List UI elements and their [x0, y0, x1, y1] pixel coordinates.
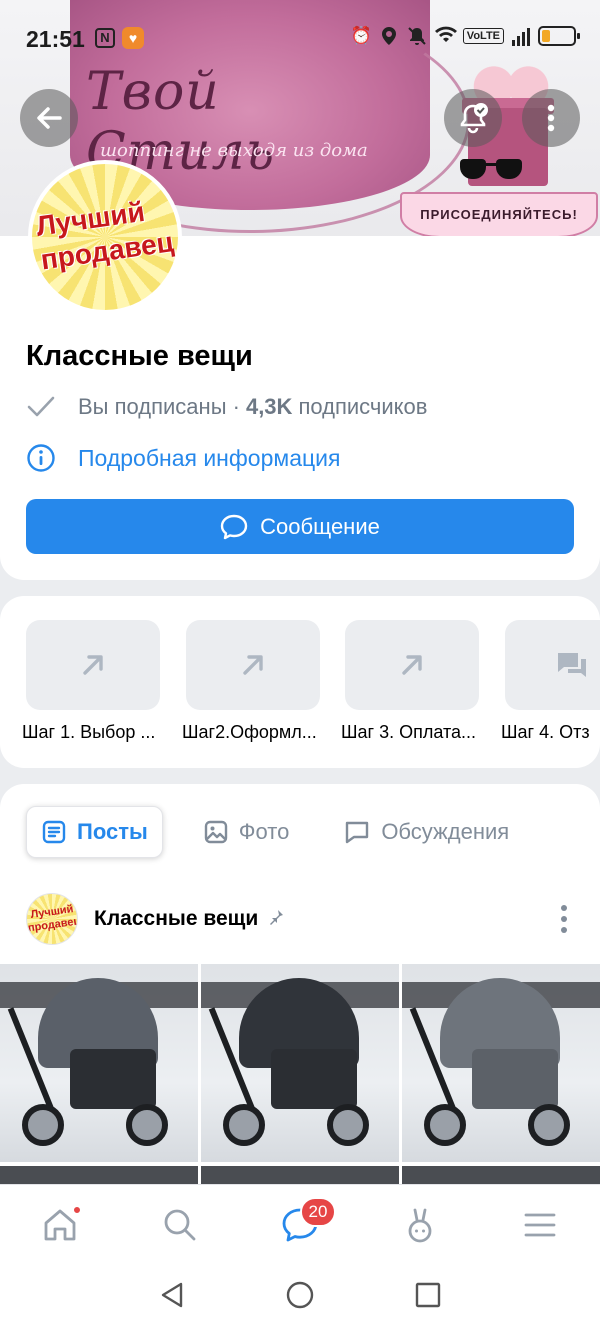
search-icon — [164, 1209, 196, 1241]
subscribers-label: подписчиков — [298, 394, 428, 419]
step-link-4[interactable]: Шаг 4. Отз — [501, 620, 600, 743]
arrow-up-right-icon — [243, 655, 263, 675]
arrow-left-icon — [37, 107, 62, 129]
discussion-icon — [346, 821, 369, 844]
post-photo[interactable] — [402, 1166, 600, 1184]
location-icon — [379, 26, 399, 46]
system-navigation-bar — [0, 1264, 600, 1325]
step-link-2[interactable]: Шаг2.Оформл... — [182, 620, 320, 743]
wifi-icon — [434, 26, 457, 46]
tab-posts[interactable]: Посты — [26, 806, 163, 858]
back-button[interactable] — [20, 89, 78, 147]
tab-discussions-label: Обсуждения — [381, 819, 510, 844]
info-icon — [27, 444, 55, 472]
tab-discussions[interactable]: Обсуждения — [329, 806, 523, 858]
mute-icon — [407, 26, 427, 46]
join-banner: ПРИСОЕДИНЯЙТЕСЬ! — [400, 192, 598, 238]
step-link-3[interactable]: Шаг 3. Оплата... — [341, 620, 479, 743]
subscribers-count: 4,3K — [245, 394, 293, 419]
tab-photos-label: Фото — [238, 819, 290, 844]
details-link[interactable]: Подробная информация — [26, 443, 340, 473]
signal-icon — [512, 26, 530, 46]
step-label-3: Шаг 3. Оплата... — [341, 722, 477, 742]
more-vertical-icon — [547, 104, 555, 132]
status-bar: 21:51 N ♥ ⏰ VoLTE — [0, 0, 600, 76]
post-photo[interactable] — [402, 964, 600, 1162]
subscribed-label: Вы подписаны · — [78, 394, 240, 419]
menu-icon — [524, 1213, 556, 1237]
links-card: Шаг 1. Выбор ... Шаг2.Оформл... Шаг 3. О… — [0, 596, 600, 768]
more-options-button[interactable] — [522, 89, 580, 147]
nav-search[interactable] — [156, 1201, 204, 1249]
bell-check-icon — [460, 103, 488, 134]
system-back-button[interactable] — [157, 1280, 187, 1310]
bottom-navigation: 20 — [0, 1184, 600, 1264]
system-recents-button[interactable] — [413, 1280, 443, 1310]
volte-indicator: VoLTE — [462, 28, 504, 44]
post-author-avatar[interactable]: Лучший продавец — [26, 893, 78, 945]
step-label-2: Шаг2.Оформл... — [182, 722, 317, 742]
posts-icon — [42, 820, 66, 844]
nav-home[interactable] — [36, 1201, 84, 1249]
check-icon — [27, 396, 55, 417]
step-link-1[interactable]: Шаг 1. Выбор ... — [22, 620, 160, 743]
message-button-label: Сообщение — [260, 513, 380, 539]
square-recents-icon — [415, 1282, 441, 1308]
alarm-icon: ⏰ — [350, 26, 372, 45]
system-home-button[interactable] — [285, 1280, 315, 1310]
group-avatar[interactable]: Лучший продавец — [28, 160, 182, 314]
clips-icon — [408, 1208, 432, 1243]
post-author-name[interactable]: Классные вещи — [94, 907, 258, 931]
home-notification-dot — [72, 1205, 82, 1215]
circle-home-icon — [286, 1281, 314, 1309]
nav-menu[interactable] — [516, 1201, 564, 1249]
step-label-4: Шаг 4. Отз — [501, 722, 590, 742]
message-bubble-icon — [220, 514, 248, 539]
tab-photos[interactable]: Фото — [189, 806, 304, 858]
photo-icon — [204, 820, 227, 844]
post-photo[interactable] — [0, 1166, 198, 1184]
arrow-up-right-icon — [402, 655, 422, 675]
sunglasses-illustration — [460, 155, 524, 181]
post-more-button[interactable] — [554, 899, 574, 939]
post-photo[interactable] — [201, 1166, 399, 1184]
pin-icon — [268, 909, 284, 930]
nav-messages[interactable]: 20 — [276, 1197, 336, 1249]
message-button[interactable]: Сообщение — [26, 499, 574, 554]
nav-clips[interactable] — [396, 1201, 444, 1249]
triangle-back-icon — [161, 1282, 183, 1308]
tab-posts-label: Посты — [77, 819, 148, 844]
post-photo[interactable] — [201, 964, 399, 1162]
wall-tabs: Посты Фото Обсуждения — [26, 806, 523, 858]
group-name: Классные вещи — [26, 340, 253, 372]
messages-badge: 20 — [300, 1197, 336, 1227]
post-header: Лучший продавец Классные вещи — [26, 892, 574, 946]
app-notification-icon: ♥ — [122, 27, 144, 49]
arrow-up-right-icon — [83, 655, 103, 675]
nfc-icon: N — [95, 28, 115, 48]
subscription-status: Вы подписаны · 4,3K подписчиков — [26, 394, 427, 420]
battery-icon — [538, 26, 580, 46]
wall-card: Посты Фото Обсуждения Лучший продавец Кл… — [0, 784, 600, 1184]
discussion-icon — [558, 653, 586, 677]
step-label-1: Шаг 1. Выбор ... — [22, 722, 156, 742]
post-photo[interactable] — [0, 964, 198, 1162]
details-link-label: Подробная информация — [78, 444, 341, 471]
notifications-button[interactable] — [444, 89, 502, 147]
status-time: 21:51 — [26, 26, 85, 52]
cover-tagline: шоппинг не выходя из дома — [100, 140, 368, 161]
post-photo-grid — [0, 964, 600, 1184]
